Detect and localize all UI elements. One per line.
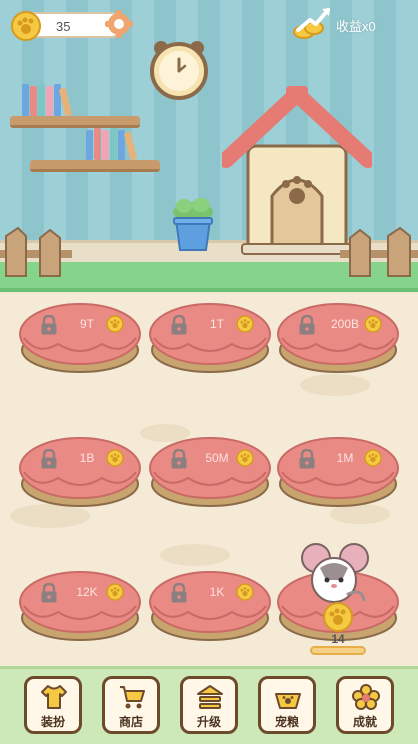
bed-unlock-price: 200B (330, 317, 360, 331)
lock-icon (171, 315, 187, 335)
pet-food-button[interactable]: 宠粮 (258, 676, 316, 734)
earnings-boost-icon[interactable] (292, 6, 334, 40)
shop-button[interactable]: 商店 (102, 676, 160, 734)
upper-shelf (10, 116, 140, 128)
upgrade-icon (197, 685, 223, 709)
cart-icon (120, 686, 145, 709)
lock-icon (41, 583, 57, 603)
bed-cushion-icon (19, 571, 141, 641)
pet-coin-count: 14 (331, 632, 345, 646)
pet-bed[interactable]: 12K (18, 566, 142, 644)
paw-coin-icon (323, 602, 353, 632)
lock-icon (171, 449, 187, 469)
pet-bed[interactable]: 1K (148, 566, 272, 644)
paw-coin-icon (106, 449, 124, 467)
shirt-icon (41, 685, 67, 709)
pet-bed[interactable]: 1T (148, 298, 272, 376)
paw-coin-icon (364, 315, 382, 333)
upgrade-button[interactable]: 升级 (180, 676, 238, 734)
bed-unlock-price: 12K (76, 585, 98, 599)
bed-cushion-icon (149, 437, 271, 507)
nav-label: 成就 (352, 715, 377, 729)
pet-bed[interactable]: 9T (18, 298, 142, 376)
lock-icon (171, 583, 187, 603)
paw-coin-icon (106, 315, 124, 333)
gear-icon[interactable] (104, 9, 134, 39)
bed-unlock-price: 1M (336, 451, 354, 465)
bed-unlock-price: 1K (209, 585, 225, 599)
left-fence-icon (0, 226, 72, 277)
flower-badge-icon (352, 684, 380, 710)
nav-label: 宠粮 (274, 715, 299, 729)
lock-icon (299, 449, 315, 469)
paw-coin-icon (236, 449, 254, 467)
nav-label: 商店 (118, 715, 143, 729)
bed-cushion-icon (19, 303, 141, 373)
bed-unlock-price: 50M (205, 451, 229, 465)
lock-icon (41, 315, 57, 335)
pet-progress-bar (310, 646, 366, 655)
right-fence-icon (340, 226, 418, 277)
bed-cushion-icon (19, 437, 141, 507)
food-bowl-icon (275, 693, 301, 709)
coin-value: 35 (56, 19, 71, 34)
lock-icon (41, 449, 57, 469)
earnings-multiplier-label: 收益x0 (336, 19, 376, 34)
nav-label: 升级 (196, 715, 221, 729)
bed-unlock-price: 1B (79, 451, 95, 465)
achievements-button[interactable]: 成就 (336, 676, 394, 734)
wall-clock-icon (150, 41, 208, 100)
pet-bed[interactable]: 50M (148, 432, 272, 510)
bed-unlock-price: 9T (79, 317, 94, 331)
bed-cushion-icon (277, 303, 399, 373)
nav-label: 装扮 (40, 715, 65, 729)
paw-coin-icon (364, 449, 382, 467)
paw-coin-icon (236, 315, 254, 333)
dress-up-button[interactable]: 装扮 (24, 676, 82, 734)
pet-bed[interactable]: 1M (276, 432, 400, 510)
lower-shelf (30, 160, 160, 172)
pet-bed[interactable]: 200B (276, 298, 400, 376)
bed-unlock-price: 1T (209, 317, 224, 331)
potted-plant-icon (173, 198, 213, 251)
pet-bed[interactable]: 1B (18, 432, 142, 510)
bed-cushion-icon (149, 303, 271, 373)
mouse-pet-icon[interactable] (298, 540, 370, 606)
paw-coin-icon (236, 583, 254, 601)
paw-coin-icon (11, 11, 41, 41)
bed-cushion-icon (149, 571, 271, 641)
bed-cushion-icon (277, 437, 399, 507)
paw-coin-icon (106, 583, 124, 601)
lock-icon (299, 315, 315, 335)
